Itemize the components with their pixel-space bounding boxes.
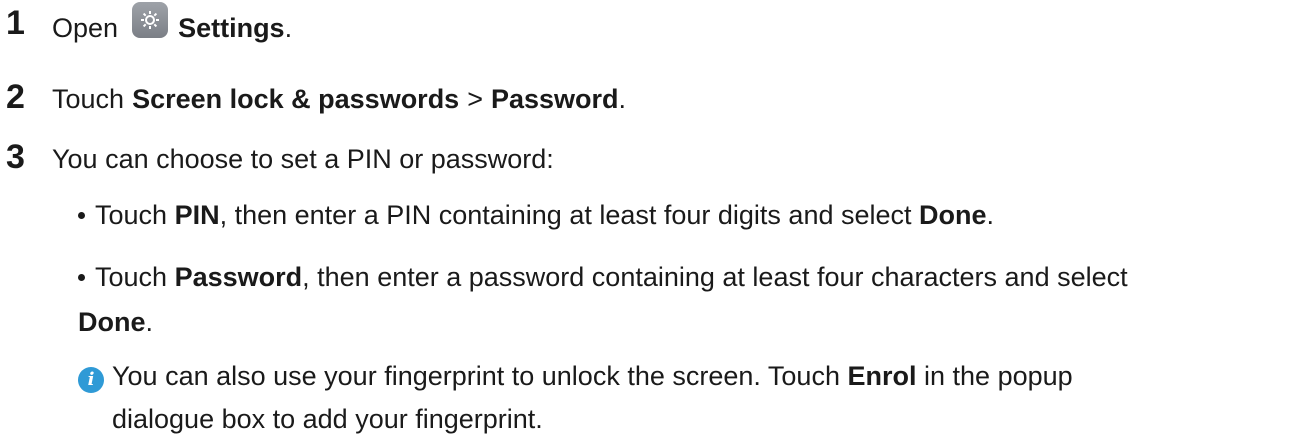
done-label: Done [78, 307, 146, 337]
punct: . [986, 200, 995, 230]
punct: . [284, 12, 293, 43]
step-text: Open Settings. [52, 2, 293, 46]
bullet-pin: Touch PIN, then enter a PIN containing a… [78, 200, 994, 231]
step-text: You can choose to set a PIN or password: [52, 144, 554, 174]
bullet-text: , then enter a PIN containing at least f… [219, 200, 912, 230]
note-line-1: You can also use your fingerprint to unl… [112, 361, 1073, 392]
separator: > [467, 84, 483, 114]
punct: . [145, 307, 154, 337]
password-label: Password [490, 84, 619, 114]
gear-icon [141, 11, 160, 29]
step-number: 3 [6, 138, 25, 176]
settings-label: Settings [178, 12, 285, 43]
step-text-touch: Touch [52, 84, 125, 114]
info-icon: i [78, 367, 104, 393]
bullet-text: Touch [95, 262, 168, 292]
bullet-password-cont: Done. [78, 307, 153, 338]
bullet-text: , then enter a password containing at le… [302, 262, 1128, 292]
enrol-label: Enrol [847, 361, 917, 391]
step-text: Touch Screen lock & passwords > Password… [52, 84, 626, 115]
bullet-icon [78, 274, 85, 281]
done-label: Done [919, 200, 987, 230]
bullet-password: Touch Password, then enter a password co… [78, 262, 1128, 293]
note-text: in the popup [924, 361, 1073, 391]
pin-label: PIN [174, 200, 220, 230]
step-number: 1 [6, 4, 25, 42]
bullet-icon [78, 212, 85, 219]
note-line-2: dialogue box to add your fingerprint. [112, 404, 543, 434]
punct: . [618, 84, 627, 114]
step-number: 2 [6, 78, 25, 116]
note-text: You can also use your fingerprint to unl… [112, 361, 840, 391]
settings-icon [132, 2, 169, 38]
password-option-label: Password [174, 262, 303, 292]
step-text-open: Open [52, 12, 119, 43]
bullet-text: Touch [95, 200, 168, 230]
screen-lock-label: Screen lock & passwords [132, 84, 460, 114]
